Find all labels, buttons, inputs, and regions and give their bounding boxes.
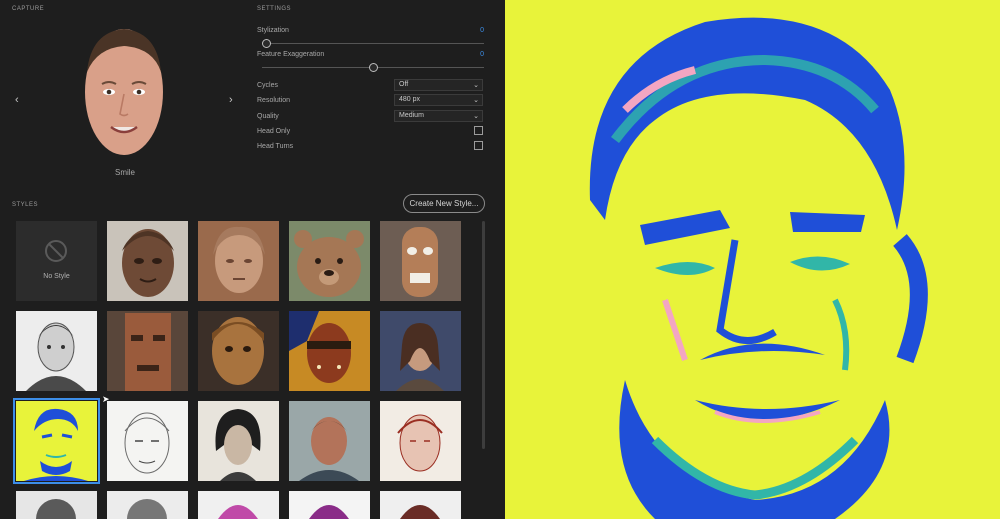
resolution-value: 480 px [399, 96, 421, 103]
cycles-label: Cycles [257, 82, 279, 89]
style-tile-wooden-totem[interactable] [107, 311, 188, 391]
style-tile-partial-4[interactable] [289, 491, 370, 519]
style-tile-pop-art-selected[interactable] [13, 398, 100, 484]
capture-section-title: CAPTURE [12, 6, 45, 12]
style-tile-wooden-figurine[interactable] [198, 311, 279, 391]
style-tile-partial-2[interactable] [107, 491, 188, 519]
no-style-label: No Style [43, 273, 70, 280]
style-tile-carved-wood-head[interactable] [198, 221, 279, 301]
style-tile-carved-bear[interactable] [289, 221, 370, 301]
create-new-style-button[interactable]: Create New Style... [403, 194, 485, 213]
cycles-dropdown[interactable]: Off ⌄ [394, 79, 483, 91]
style-tile-pencil-man[interactable] [16, 311, 97, 391]
stylization-value[interactable]: 0 [470, 27, 484, 34]
style-tile-red-ink-sketch[interactable] [380, 401, 461, 481]
chevron-right-icon[interactable]: › [229, 95, 233, 106]
head-only-checkbox[interactable] [474, 126, 483, 135]
resolution-dropdown[interactable]: 480 px ⌄ [394, 94, 483, 106]
style-tile-partial-5[interactable] [380, 491, 461, 519]
chevron-down-icon: ⌄ [473, 97, 479, 104]
exaggeration-label: Feature Exaggeration [257, 51, 325, 58]
chevron-down-icon: ⌄ [473, 113, 479, 120]
stylization-track[interactable] [262, 43, 484, 44]
resolution-label: Resolution [257, 97, 291, 104]
head-turns-checkbox[interactable] [474, 141, 483, 150]
style-tile-partial-1[interactable] [16, 491, 97, 519]
quality-label: Quality [257, 113, 279, 120]
stylized-portrait-image [505, 0, 1000, 519]
style-tile-painted-face[interactable] [289, 311, 370, 391]
head-turns-label: Head Turns [257, 143, 294, 150]
style-tile-carved-wood-face[interactable] [107, 221, 188, 301]
style-tile-no-style[interactable]: No Style [16, 221, 97, 301]
left-panel: CAPTURE ‹ › Smile SETTINGS Stylization 0… [0, 0, 505, 519]
chevron-left-icon[interactable]: ‹ [15, 95, 19, 106]
style-tile-line-sketch[interactable] [107, 401, 188, 481]
style-tile-charcoal-woman[interactable] [198, 401, 279, 481]
no-style-icon [45, 240, 67, 262]
style-tile-partial-3[interactable] [198, 491, 279, 519]
quality-value: Medium [399, 112, 424, 119]
capture-face-image [83, 26, 165, 162]
stylized-preview [505, 0, 1000, 519]
stylization-label: Stylization [257, 27, 289, 34]
styles-section-title: STYLES [12, 202, 39, 208]
exaggeration-thumb[interactable] [368, 63, 378, 72]
head-only-label: Head Only [257, 128, 291, 135]
style-tile-wooden-mask[interactable] [380, 221, 461, 301]
settings-section-title: SETTINGS [257, 6, 292, 12]
exaggeration-value[interactable]: 0 [470, 51, 484, 58]
style-tile-oil-portrait-woman[interactable] [380, 311, 461, 391]
stylization-thumb[interactable] [262, 39, 271, 48]
style-tile-old-man-painting[interactable] [289, 401, 370, 481]
cycles-value: Off [399, 81, 409, 88]
chevron-down-icon: ⌄ [473, 82, 479, 89]
mouse-cursor-icon: ➤ [102, 394, 110, 404]
quality-dropdown[interactable]: Medium ⌄ [394, 110, 483, 122]
capture-caption: Smile [114, 168, 135, 177]
styles-scrollbar[interactable] [482, 221, 485, 449]
